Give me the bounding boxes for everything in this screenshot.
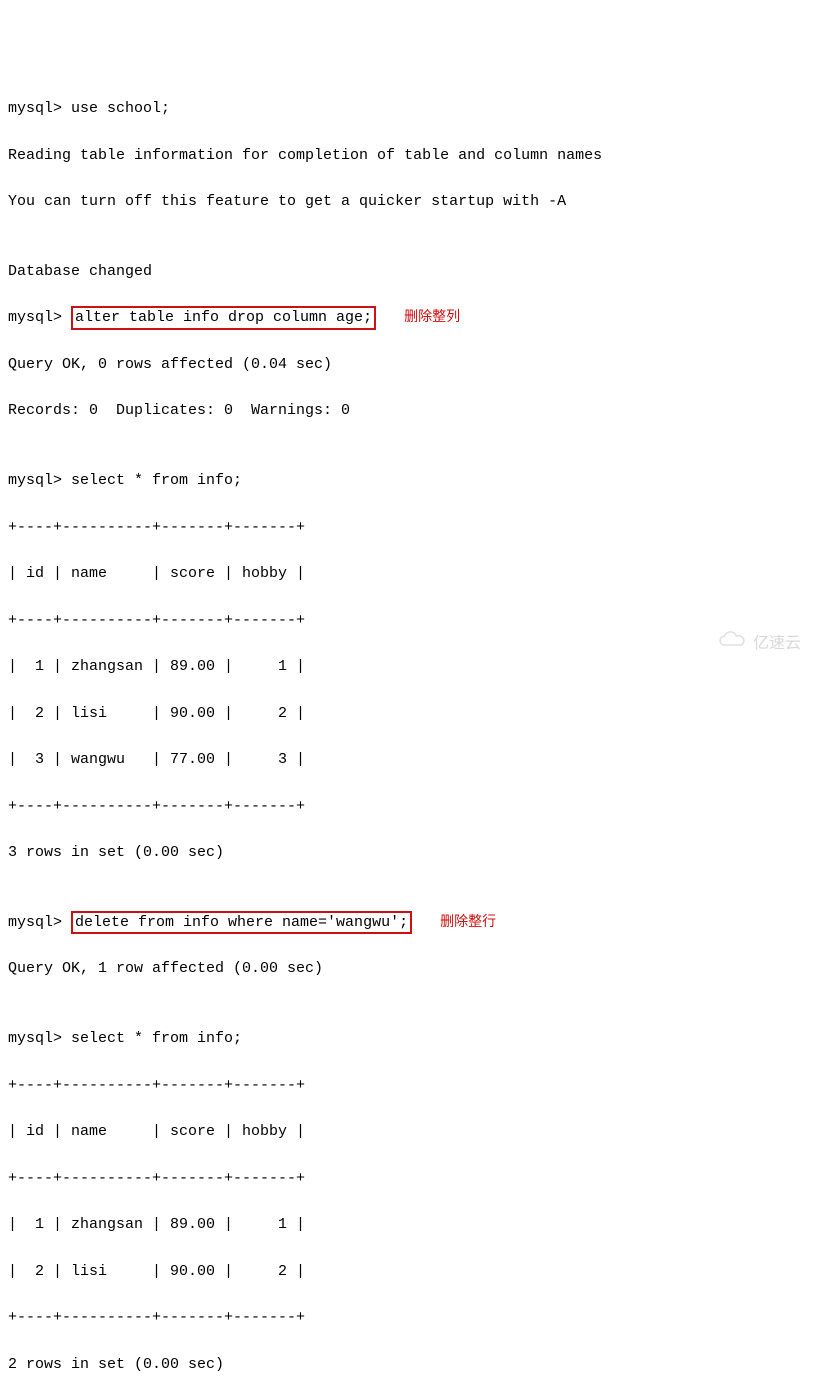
table-row: | 3 | wangwu | 77.00 | 3 | xyxy=(8,748,805,771)
table-row: | 2 | lisi | 90.00 | 2 | xyxy=(8,702,805,725)
terminal-line: Records: 0 Duplicates: 0 Warnings: 0 xyxy=(8,399,805,422)
table-header: | id | name | score | hobby | xyxy=(8,1120,805,1143)
table-row: | 1 | zhangsan | 89.00 | 1 | xyxy=(8,1213,805,1236)
terminal-line: You can turn off this feature to get a q… xyxy=(8,190,805,213)
terminal-line: mysql> use school; xyxy=(8,97,805,120)
terminal-line: 2 rows in set (0.00 sec) xyxy=(8,1353,805,1376)
terminal-line: Database changed xyxy=(8,260,805,283)
annotation-delete-column: 删除整列 xyxy=(404,306,460,328)
terminal-line-highlighted: mysql> alter table info drop column age;… xyxy=(8,306,805,329)
table-border: +----+----------+-------+-------+ xyxy=(8,516,805,539)
table-row: | 2 | lisi | 90.00 | 2 | xyxy=(8,1260,805,1283)
terminal-line: mysql> select * from info; xyxy=(8,1027,805,1050)
terminal-line: 3 rows in set (0.00 sec) xyxy=(8,841,805,864)
mysql-prompt: mysql> xyxy=(8,914,71,931)
annotation-delete-row: 删除整行 xyxy=(440,911,496,933)
highlight-delete-row: delete from info where name='wangwu'; xyxy=(71,911,412,935)
mysql-prompt: mysql> xyxy=(8,309,71,326)
terminal-line: Query OK, 1 row affected (0.00 sec) xyxy=(8,957,805,980)
terminal-line: Reading table information for completion… xyxy=(8,144,805,167)
terminal-line-highlighted: mysql> delete from info where name='wang… xyxy=(8,911,805,934)
terminal-line: Query OK, 0 rows affected (0.04 sec) xyxy=(8,353,805,376)
cloud-icon xyxy=(699,606,747,684)
terminal-line: mysql> select * from info; xyxy=(8,469,805,492)
watermark-text: 亿速云 xyxy=(753,632,801,657)
table-border: +----+----------+-------+-------+ xyxy=(8,1167,805,1190)
table-border: +----+----------+-------+-------+ xyxy=(8,795,805,818)
table-border: +----+----------+-------+-------+ xyxy=(8,609,805,632)
table-row: | 1 | zhangsan | 89.00 | 1 | xyxy=(8,655,805,678)
table-header: | id | name | score | hobby | xyxy=(8,562,805,585)
highlight-alter-table: alter table info drop column age; xyxy=(71,306,376,330)
watermark: 亿速云 xyxy=(699,606,801,684)
table-border: +----+----------+-------+-------+ xyxy=(8,1306,805,1329)
table-border: +----+----------+-------+-------+ xyxy=(8,1074,805,1097)
